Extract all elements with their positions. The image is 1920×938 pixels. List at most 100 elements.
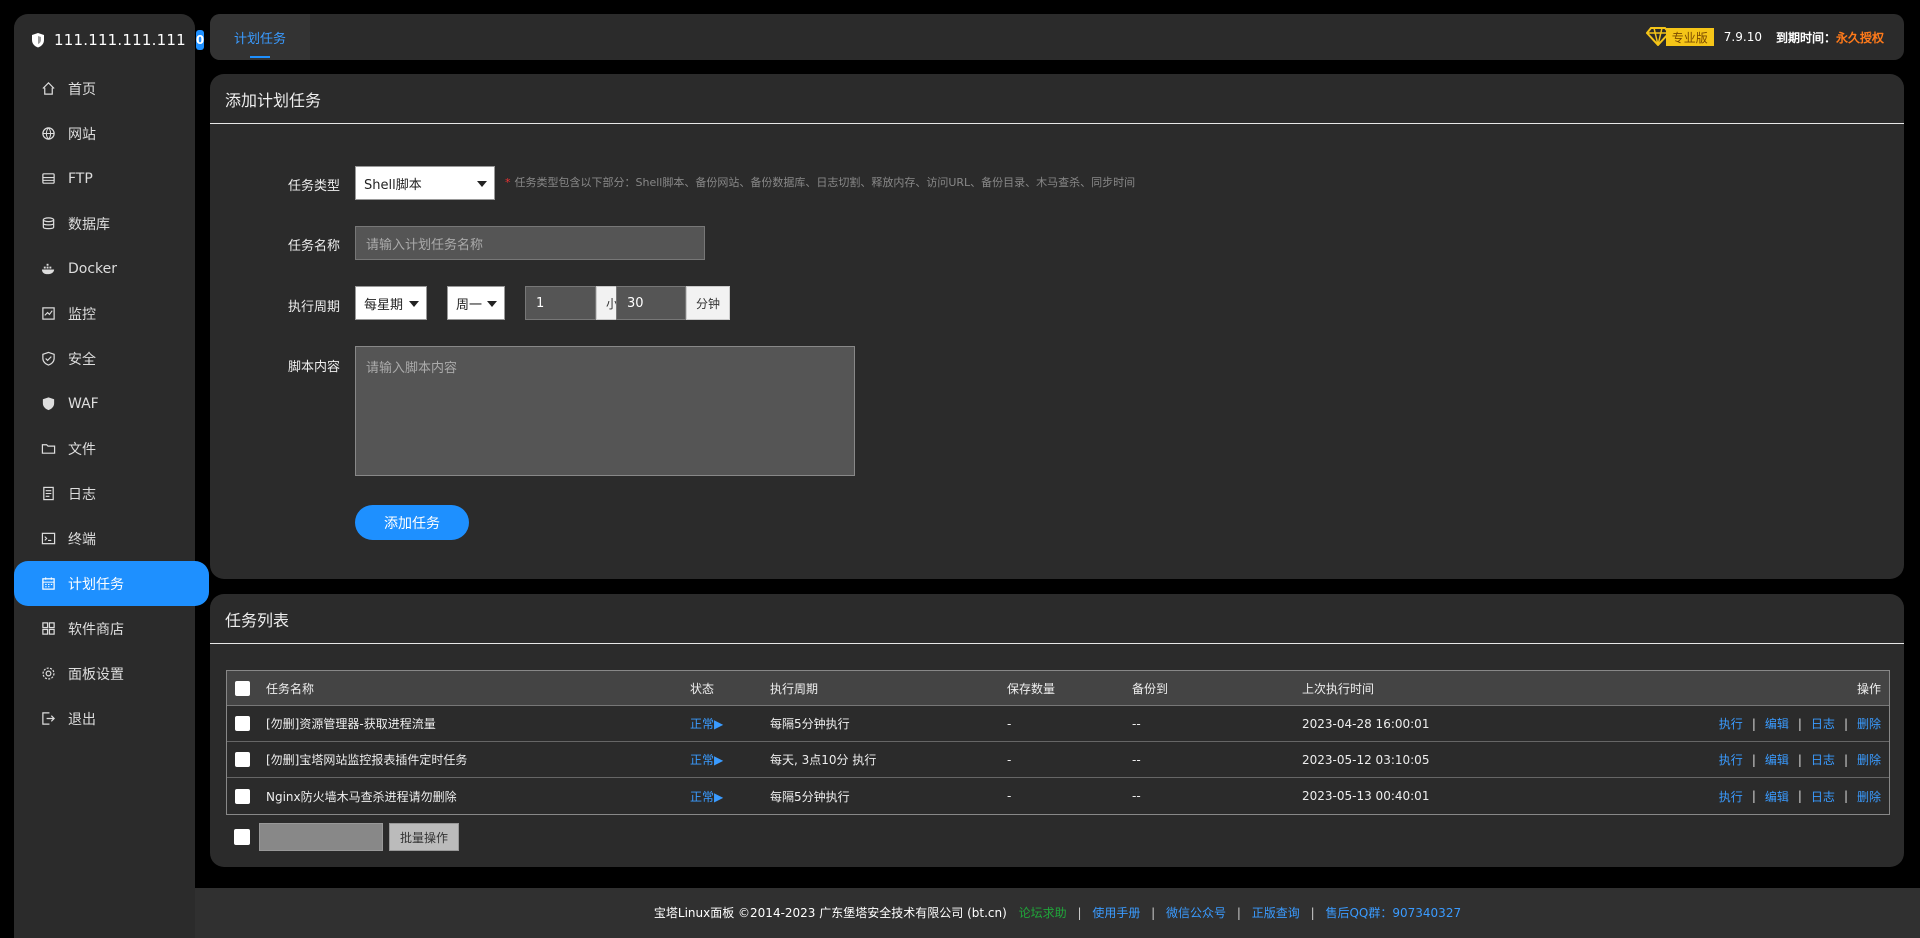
sidebar-item-0[interactable]: 首页	[14, 66, 195, 111]
sidebar-item-3[interactable]: 数据库	[14, 201, 195, 246]
save-count: -	[1007, 789, 1012, 803]
chevron-down-icon	[487, 301, 497, 307]
copyright: 宝塔Linux面板 ©2014-2023 广东堡塔安全技术有限公司 (bt.cn…	[653, 906, 1007, 920]
license-check-link[interactable]: 正版查询	[1252, 906, 1300, 920]
add-task-button[interactable]: 添加任务	[355, 505, 469, 540]
sidebar-item-label: 终端	[68, 531, 96, 548]
task-name-input[interactable]: 请输入计划任务名称	[355, 226, 705, 260]
docker-icon	[40, 261, 56, 277]
task-cycle: 每隔5分钟执行	[770, 789, 850, 804]
action-separator: |	[1797, 752, 1802, 767]
delete-link[interactable]: 删除	[1857, 788, 1881, 805]
row-checkbox[interactable]	[235, 788, 250, 804]
settings-icon	[40, 666, 56, 682]
task-cycle: 每天, 3点10分 执行	[770, 753, 877, 767]
log-link[interactable]: 日志	[1811, 715, 1835, 732]
script-textarea[interactable]: 请输入脚本内容	[355, 346, 855, 476]
sidebar-item-label: 日志	[68, 486, 96, 503]
forum-link[interactable]: 论坛求助	[1019, 906, 1067, 920]
expire-value[interactable]: 永久授权	[1836, 29, 1884, 46]
backup-to: --	[1132, 789, 1141, 803]
sidebar-item-1[interactable]: 网站	[14, 111, 195, 156]
sidebar-item-10[interactable]: 终端	[14, 516, 195, 561]
sidebar-item-13[interactable]: 面板设置	[14, 651, 195, 696]
sidebar-item-label: 文件	[68, 441, 96, 458]
status-toggle[interactable]: 正常▶	[690, 751, 723, 768]
chevron-down-icon	[409, 301, 419, 307]
required-star: *	[505, 176, 511, 189]
col-save: 保存数量	[1007, 681, 1056, 696]
delete-link[interactable]: 删除	[1857, 715, 1881, 732]
task-name: [勿删]宝塔网站监控报表插件定时任务	[266, 753, 468, 767]
cycle-select[interactable]: 每星期	[355, 286, 427, 320]
sidebar-item-5[interactable]: 监控	[14, 291, 195, 336]
sidebar-item-12[interactable]: 软件商店	[14, 606, 195, 651]
task-type-select[interactable]: Shell脚本	[355, 166, 495, 200]
log-link[interactable]: 日志	[1811, 751, 1835, 768]
sidebar-item-label: WAF	[68, 395, 99, 412]
action-separator: |	[1797, 716, 1802, 731]
database-icon	[40, 216, 56, 232]
task-type-hint: * 任务类型包含以下部分：Shell脚本、备份网站、备份数据库、日志切割、释放内存…	[505, 174, 1135, 190]
batch-button[interactable]: 批量操作	[389, 823, 459, 851]
batch-checkbox[interactable]	[234, 829, 250, 845]
monitor-icon	[40, 306, 56, 322]
select-all-checkbox[interactable]	[235, 680, 250, 696]
edit-link[interactable]: 编辑	[1765, 788, 1789, 805]
status-toggle[interactable]: 正常▶	[690, 788, 723, 805]
task-name-label: 任务名称	[287, 239, 340, 254]
delete-link[interactable]: 删除	[1857, 751, 1881, 768]
manual-link[interactable]: 使用手册	[1092, 906, 1140, 920]
row-checkbox[interactable]	[235, 716, 250, 731]
sidebar-item-2[interactable]: FTP	[14, 156, 195, 201]
pro-badge[interactable]: 专业版	[1645, 26, 1714, 49]
task-name: Nginx防火墙木马查杀进程请勿删除	[266, 789, 457, 804]
task-cycle: 每隔5分钟执行	[770, 717, 850, 731]
terminal-icon	[40, 531, 56, 547]
folder-icon	[40, 441, 56, 457]
run-link[interactable]: 执行	[1719, 715, 1743, 732]
sidebar-item-7[interactable]: WAF	[14, 381, 195, 426]
col-ops: 操作	[1856, 681, 1881, 696]
weekday-select[interactable]: 周一	[447, 286, 505, 320]
sidebar-item-11[interactable]: 计划任务	[14, 561, 209, 606]
logout-icon	[40, 711, 56, 727]
save-count: -	[1007, 752, 1012, 767]
edit-link[interactable]: 编辑	[1765, 715, 1789, 732]
sidebar-item-6[interactable]: 安全	[14, 336, 195, 381]
task-table: 任务名称 状态 执行周期 保存数量 备份到 上次执行时间 操作 [勿删]资源管理…	[226, 670, 1890, 815]
edit-link[interactable]: 编辑	[1765, 751, 1789, 768]
table-header: 任务名称 状态 执行周期 保存数量 备份到 上次执行时间 操作	[227, 671, 1889, 706]
sidebar-item-14[interactable]: 退出	[14, 696, 195, 741]
sidebar-item-label: Docker	[68, 260, 118, 277]
script-label: 脚本内容	[287, 360, 340, 375]
hour-input[interactable]: 1	[525, 286, 596, 320]
sidebar-item-8[interactable]: 文件	[14, 426, 195, 471]
row-actions: 执行 | 编辑 | 日志 | 删除	[1719, 788, 1881, 805]
sidebar-item-4[interactable]: Docker	[14, 246, 195, 291]
tab-crontab[interactable]: 计划任务	[210, 14, 310, 60]
wechat-link[interactable]: 微信公众号	[1166, 906, 1226, 920]
task-list-title: 任务列表	[210, 594, 1904, 644]
backup-to: --	[1132, 716, 1141, 731]
row-checkbox[interactable]	[235, 752, 250, 767]
action-separator: |	[1843, 789, 1848, 803]
action-separator: |	[1797, 789, 1802, 803]
status-toggle[interactable]: 正常▶	[690, 715, 723, 732]
qq-group-link[interactable]: 售后QQ群：907340327	[1325, 906, 1461, 920]
last-run-time: 2023-05-12 03:10:05	[1302, 752, 1430, 767]
run-link[interactable]: 执行	[1719, 751, 1743, 768]
calendar-icon	[40, 576, 56, 592]
expire-label: 到期时间：	[1775, 30, 1836, 45]
sidebar-item-label: 计划任务	[68, 576, 124, 593]
sidebar-item-9[interactable]: 日志	[14, 471, 195, 516]
batch-select[interactable]	[259, 823, 383, 851]
minute-input[interactable]: 30	[616, 286, 686, 320]
footer: 宝塔Linux面板 ©2014-2023 广东堡塔安全技术有限公司 (bt.cn…	[195, 904, 1920, 921]
last-run-time: 2023-05-13 00:40:01	[1302, 789, 1430, 803]
notification-badge[interactable]: 0	[195, 30, 205, 50]
sidebar-item-label: 首页	[68, 81, 96, 98]
action-separator: |	[1843, 716, 1848, 731]
run-link[interactable]: 执行	[1719, 788, 1743, 805]
log-link[interactable]: 日志	[1811, 788, 1835, 805]
